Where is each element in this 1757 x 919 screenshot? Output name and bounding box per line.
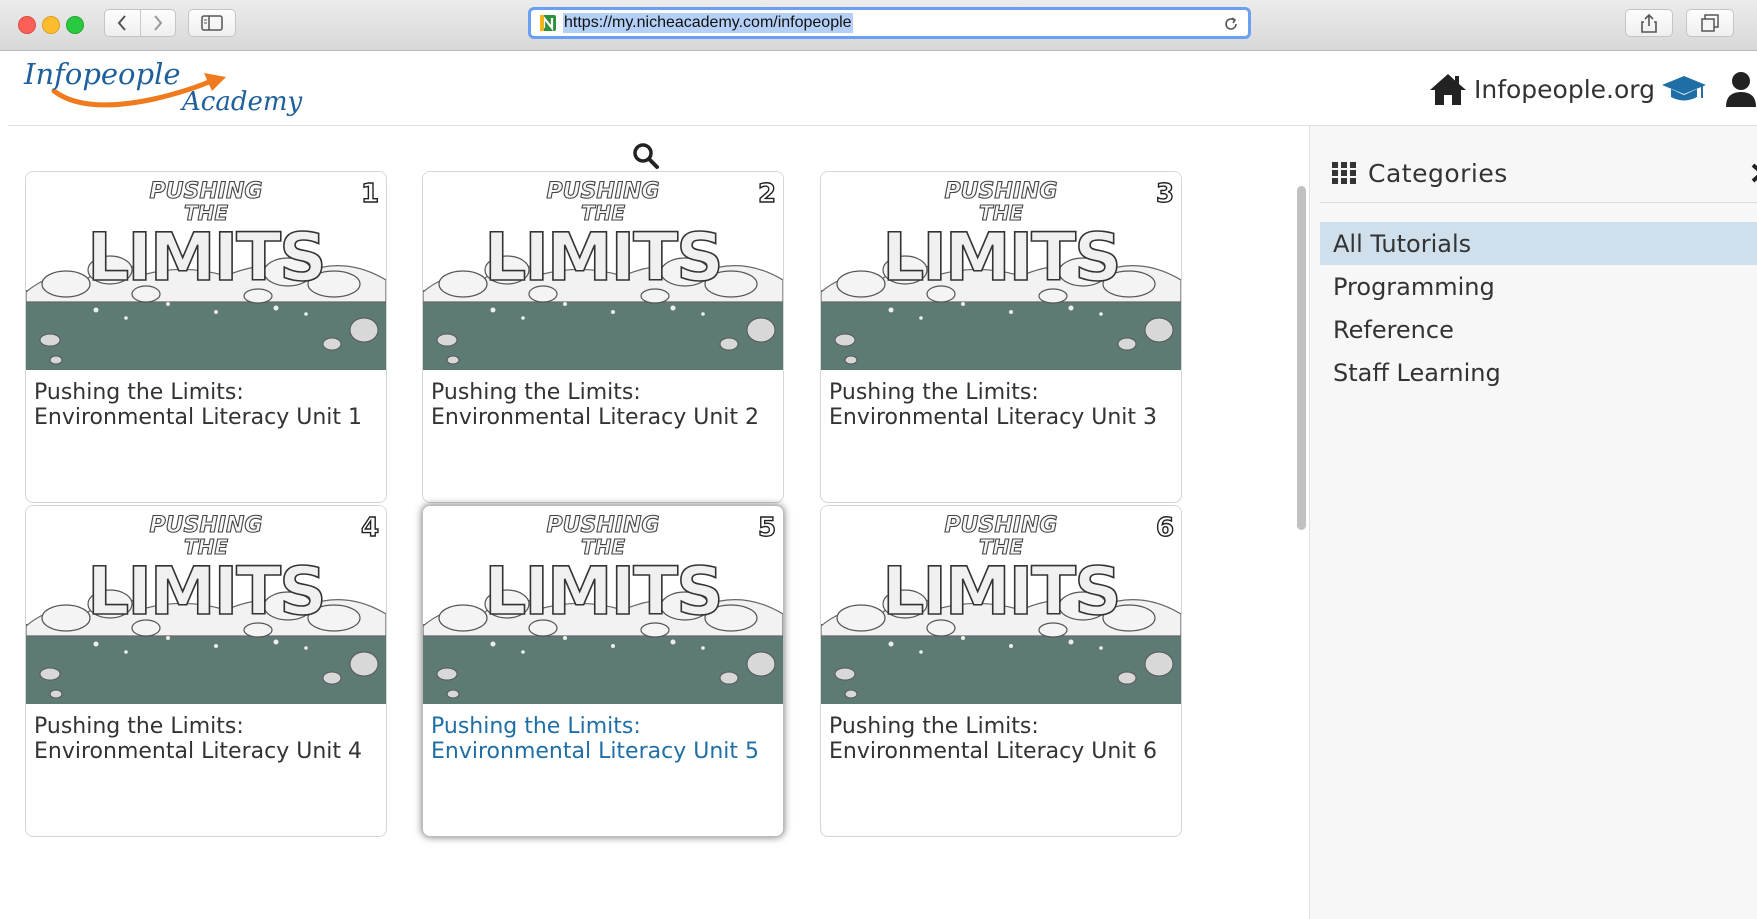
svg-text:6: 6 (1156, 513, 1174, 543)
svg-text:LIMITS: LIMITS (882, 553, 1119, 630)
categories-panel: Categories All Tutorials Programming Refer… (1309, 126, 1757, 919)
site-favicon-icon (540, 14, 556, 32)
tutorial-thumbnail[interactable]: PUSHING THE LIMITS 6 (821, 506, 1181, 704)
svg-text:5: 5 (758, 513, 776, 543)
tutorial-title-line2: Environmental Literacy Unit 3 (829, 405, 1158, 430)
zoom-window-button[interactable] (66, 16, 84, 34)
tutorial-title-line2: Environmental Literacy Unit 1 (34, 405, 363, 430)
svg-text:4: 4 (361, 513, 379, 543)
tutorial-thumbnail[interactable]: PUSHING THE LIMITS 4 (26, 506, 386, 704)
tutorial-title-line2: Environmental Literacy Unit 2 (431, 405, 760, 430)
tutorial-card[interactable]: PUSHING THE LIMITS 2 Pushing the Limits:… (422, 171, 784, 503)
tutorial-card[interactable]: PUSHING THE LIMITS 3 Pushing the Limits:… (820, 171, 1182, 503)
tabs-overview-icon (1701, 14, 1719, 32)
close-window-button[interactable] (18, 16, 36, 34)
grid-icon (1332, 162, 1356, 184)
svg-text:3: 3 (1156, 179, 1174, 209)
svg-text:LIMITS: LIMITS (484, 219, 721, 296)
pushing-the-limits-artwork: PUSHING THE LIMITS 1 (26, 172, 386, 370)
category-list: All Tutorials Programming Reference Staff L… (1320, 222, 1757, 394)
tutorial-card[interactable]: PUSHING THE LIMITS 5 Pushing the Limits:… (422, 505, 784, 837)
tutorial-thumbnail[interactable]: PUSHING THE LIMITS 3 (821, 172, 1181, 370)
share-icon (1641, 13, 1657, 33)
minimize-window-button[interactable] (42, 16, 60, 34)
tutorial-grid: PUSHING THE LIMITS 1 Pushing the Limits:… (8, 126, 1308, 919)
category-item[interactable]: All Tutorials (1320, 222, 1757, 265)
pushing-the-limits-artwork: PUSHING THE LIMITS 4 (26, 506, 386, 704)
svg-text:LIMITS: LIMITS (882, 219, 1119, 296)
graduation-cap-icon[interactable] (1661, 74, 1707, 104)
tutorial-title[interactable]: Pushing the Limits: Environmental Literac… (423, 704, 783, 764)
back-button[interactable] (105, 10, 140, 36)
tutorial-title-line1: Pushing the Limits: (34, 714, 244, 739)
reload-icon[interactable] (1222, 15, 1240, 33)
svg-text:LIMITS: LIMITS (87, 219, 324, 296)
address-bar[interactable]: https://my.nicheacademy.com/infopeople (528, 7, 1251, 39)
pushing-the-limits-artwork: PUSHING THE LIMITS 3 (821, 172, 1181, 370)
content-scrollbar[interactable] (1297, 186, 1306, 530)
share-button[interactable] (1625, 9, 1673, 37)
pushing-the-limits-artwork: PUSHING THE LIMITS 6 (821, 506, 1181, 704)
categories-title: Categories (1368, 158, 1508, 188)
tutorial-title[interactable]: Pushing the Limits: Environmental Literac… (26, 370, 386, 430)
pushing-the-limits-artwork: PUSHING THE LIMITS 5 (423, 506, 783, 704)
show-tabs-button[interactable] (1686, 9, 1734, 37)
tutorial-title-line1: Pushing the Limits: (829, 714, 1039, 739)
svg-text:2: 2 (758, 179, 776, 209)
svg-text:LIMITS: LIMITS (87, 553, 324, 630)
infopeople-home-link[interactable]: Infopeople.org (1428, 72, 1655, 106)
tutorial-title[interactable]: Pushing the Limits: Environmental Literac… (821, 370, 1181, 430)
tutorial-title-line1: Pushing the Limits: (431, 380, 641, 405)
tutorial-title-line1: Pushing the Limits: (431, 714, 641, 739)
user-account-icon[interactable] (1725, 71, 1757, 107)
infopeople-academy-logo[interactable]: Infopeople Academy (24, 55, 314, 125)
tutorial-title-line2: Environmental Literacy Unit 5 (431, 739, 760, 764)
home-link-label: Infopeople.org (1473, 74, 1655, 104)
tutorial-title[interactable]: Pushing the Limits: Environmental Literac… (821, 704, 1181, 764)
forward-button[interactable] (139, 10, 176, 36)
tutorial-title[interactable]: Pushing the Limits: Environmental Literac… (423, 370, 783, 430)
header-links: Infopeople.org (1428, 69, 1757, 109)
browser-toolbar: https://my.nicheacademy.com/infopeople (0, 0, 1757, 51)
url-text[interactable]: https://my.nicheacademy.com/infopeople (563, 13, 853, 33)
tutorial-thumbnail[interactable]: PUSHING THE LIMITS 1 (26, 172, 386, 370)
search-icon[interactable] (632, 142, 660, 170)
category-item[interactable]: Staff Learning (1320, 351, 1757, 394)
tutorial-title-line1: Pushing the Limits: (34, 380, 244, 405)
show-sidebar-button[interactable] (188, 9, 236, 37)
site-header: Infopeople Academy Infopeople.org (8, 51, 1757, 126)
category-item[interactable]: Programming (1320, 265, 1757, 308)
close-panel-icon[interactable] (1750, 162, 1757, 184)
svg-text:LIMITS: LIMITS (484, 553, 721, 630)
svg-text:1: 1 (361, 179, 379, 209)
tutorial-card[interactable]: PUSHING THE LIMITS 6 Pushing the Limits:… (820, 505, 1182, 837)
chevron-left-icon (117, 15, 127, 31)
tutorial-card[interactable]: PUSHING THE LIMITS 1 Pushing the Limits:… (25, 171, 387, 503)
category-item[interactable]: Reference (1320, 308, 1757, 351)
tutorial-card[interactable]: PUSHING THE LIMITS 4 Pushing the Limits:… (25, 505, 387, 837)
tutorial-thumbnail[interactable]: PUSHING THE LIMITS 2 (423, 172, 783, 370)
tutorial-title-line2: Environmental Literacy Unit 6 (829, 739, 1158, 764)
tutorial-title-line2: Environmental Literacy Unit 4 (34, 739, 363, 764)
chevron-right-icon (153, 15, 163, 31)
categories-header: Categories (1320, 144, 1757, 203)
tutorial-title[interactable]: Pushing the Limits: Environmental Literac… (26, 704, 386, 764)
sidebar-icon (201, 15, 223, 31)
history-nav (104, 9, 176, 37)
pushing-the-limits-artwork: PUSHING THE LIMITS 2 (423, 172, 783, 370)
tutorial-title-line1: Pushing the Limits: (829, 380, 1039, 405)
logo-text-academy: Academy (182, 87, 303, 117)
logo-text-infopeople: Infopeople (24, 57, 181, 91)
tutorial-thumbnail[interactable]: PUSHING THE LIMITS 5 (423, 506, 783, 704)
home-icon (1429, 74, 1466, 105)
